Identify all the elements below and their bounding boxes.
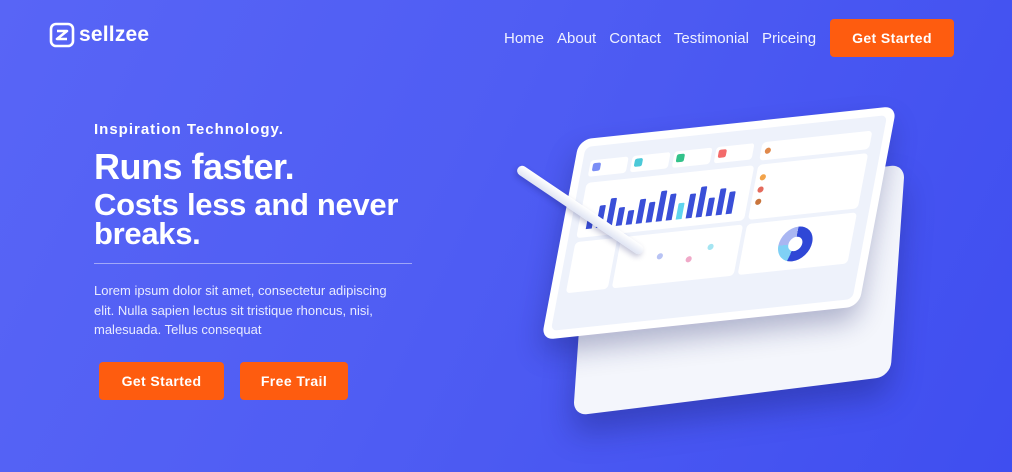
hero-eyebrow: Inspiration Technology. bbox=[94, 121, 284, 138]
avatar bbox=[764, 147, 772, 155]
main-nav: Home About Contact Testimonial Priceing bbox=[504, 30, 816, 47]
nav-item-home[interactable]: Home bbox=[504, 30, 544, 47]
hero-headline: Runs faster. bbox=[94, 146, 295, 187]
chart-bar bbox=[665, 193, 677, 221]
chart-bar bbox=[625, 209, 635, 225]
screen-bar-chart bbox=[585, 178, 744, 230]
screen-recent-messages bbox=[747, 153, 869, 220]
header-get-started-button[interactable]: Get Started bbox=[830, 19, 954, 57]
hero-free-trial-button[interactable]: Free Trail bbox=[240, 362, 348, 400]
tablet-dashboard-illustration bbox=[510, 106, 930, 416]
chart-bar bbox=[725, 191, 736, 215]
chart-bar bbox=[685, 193, 697, 219]
chart-bar bbox=[715, 188, 727, 216]
nav-item-about[interactable]: About bbox=[557, 30, 596, 47]
screen-stat-card bbox=[713, 143, 755, 164]
nav-item-pricing[interactable]: Priceing bbox=[762, 30, 816, 47]
avatar bbox=[756, 186, 765, 193]
screen-stat-card bbox=[671, 147, 713, 168]
hero-subheadline: Costs less and never breaks. bbox=[94, 187, 399, 251]
brand-name: sellzee bbox=[79, 23, 150, 46]
chart-bar bbox=[635, 198, 647, 224]
chart-bar bbox=[645, 201, 656, 223]
screen-stat-card bbox=[587, 156, 629, 177]
brand-logo[interactable]: sellzee bbox=[49, 22, 149, 48]
chart-bar bbox=[615, 206, 626, 226]
screen-donut-chart bbox=[775, 224, 816, 264]
avatar bbox=[754, 198, 762, 206]
map-marker bbox=[706, 243, 715, 251]
hero-get-started-button[interactable]: Get Started bbox=[99, 362, 224, 400]
screen-side-list bbox=[565, 237, 618, 294]
screen-map-distribution bbox=[611, 224, 744, 289]
chart-bar bbox=[705, 197, 716, 217]
hero-divider bbox=[94, 263, 412, 264]
map-marker bbox=[656, 252, 664, 260]
screen-visitors-profile bbox=[737, 212, 858, 276]
nav-item-contact[interactable]: Contact bbox=[609, 30, 661, 47]
map-marker bbox=[685, 255, 693, 263]
chart-bar bbox=[675, 202, 685, 220]
hero-description: Lorem ipsum dolor sit amet, consectetur … bbox=[94, 283, 387, 337]
avatar bbox=[759, 173, 767, 181]
sellzee-logo-icon bbox=[49, 22, 75, 48]
screen-stat-card bbox=[629, 152, 671, 173]
nav-item-testimonial[interactable]: Testimonial bbox=[674, 30, 749, 47]
